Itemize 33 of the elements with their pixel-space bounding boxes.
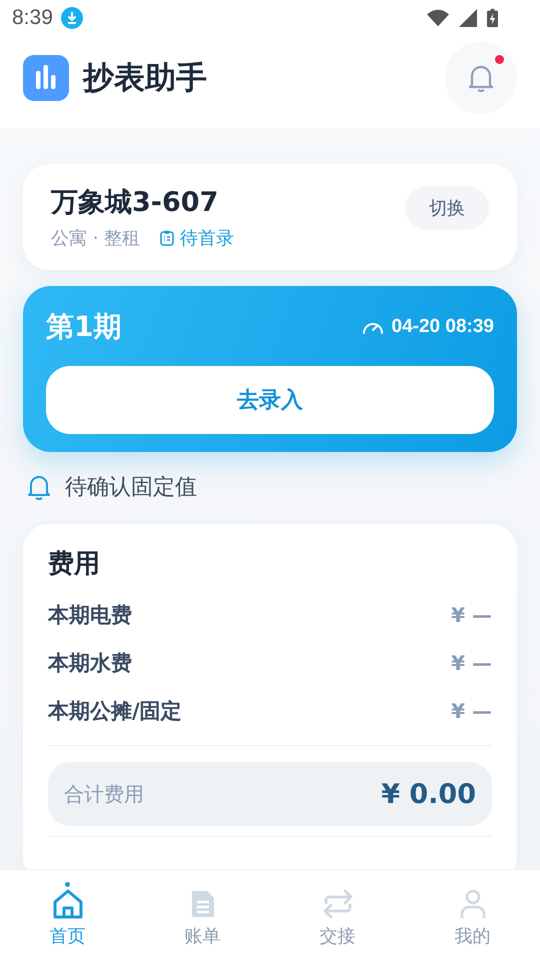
nav-tab[interactable]: 账单 — [135, 870, 270, 960]
fee-label: 本期公摊/固定 — [48, 698, 182, 725]
fee-label: 本期电费 — [48, 602, 132, 629]
fee-value: ¥ — — [451, 651, 492, 675]
fee-label: 本期水费 — [48, 650, 132, 677]
property-name: 万象城3-607 — [51, 186, 220, 220]
period-title: 第1期 — [46, 309, 122, 345]
notice-text: 待确认固定值 — [65, 474, 197, 502]
period-time: 04-20 08:39 — [392, 316, 494, 338]
nav-tab[interactable]: 首页 — [0, 870, 135, 960]
status-label: 待首录 — [180, 227, 234, 250]
enter-reading-button[interactable]: 去录入 — [46, 366, 494, 434]
bell-icon — [467, 63, 495, 93]
status-time: 8:39 — [12, 6, 53, 30]
fee-value: ¥ — — [451, 699, 492, 723]
nav-tab[interactable]: 我的 — [405, 870, 540, 960]
total-label: 合计费用 — [64, 780, 144, 808]
battery-icon — [487, 8, 498, 28]
signal-icon — [457, 9, 479, 27]
download-icon — [60, 7, 83, 29]
swap-icon — [322, 888, 354, 920]
bell-icon — [27, 474, 51, 500]
total-value: ¥ 0.00 — [381, 778, 476, 810]
wifi-icon — [427, 9, 449, 27]
property-type: 公寓 · 整租 — [51, 227, 140, 250]
nav-tab[interactable]: 交接 — [270, 870, 405, 960]
fees-title: 费用 — [48, 548, 101, 581]
app-title: 抄表助手 — [83, 59, 207, 98]
home-icon — [52, 888, 84, 920]
switch-button[interactable]: 切换 — [405, 186, 489, 230]
app-logo-icon — [23, 55, 69, 101]
fee-value: ¥ — — [451, 603, 492, 627]
clipboard-icon — [160, 230, 174, 246]
